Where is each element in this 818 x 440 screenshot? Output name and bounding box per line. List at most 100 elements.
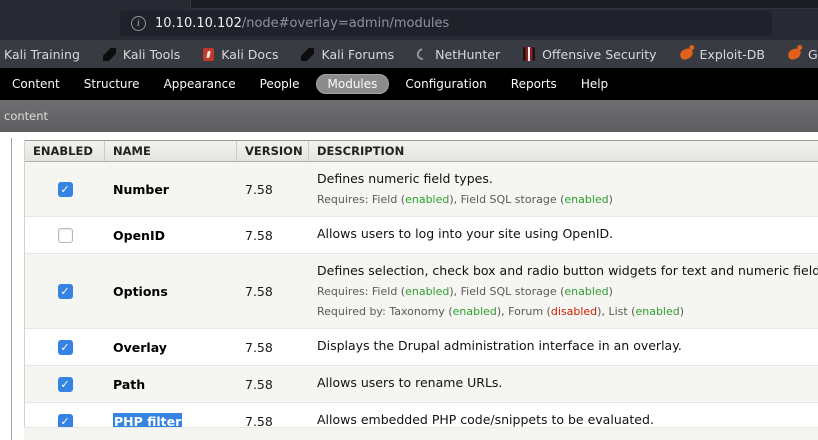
status-enabled: enabled [453, 305, 497, 318]
admin-menu-item-reports[interactable]: Reports [503, 74, 565, 94]
checkbox-checked[interactable]: ✓ [58, 377, 73, 392]
drupal-admin-toolbar: Content Structure Appearance People Modules C… [0, 68, 818, 100]
admin-menu-item-help[interactable]: Help [573, 74, 616, 94]
column-header-enabled: ENABLED [25, 141, 105, 161]
bookmark-item[interactable]: NetHunter [417, 47, 500, 62]
dependency-text: ), Forum ( [497, 305, 551, 318]
module-description: Allows users to log into your site using… [317, 226, 811, 242]
module-version-cell: 7.58 [237, 254, 309, 328]
shortcut-bar: content [0, 100, 818, 132]
column-header-version: VERSION [237, 141, 309, 161]
status-enabled: enabled [635, 305, 679, 318]
module-description: Allows embedded PHP code/snippets to be … [317, 412, 811, 428]
bookmark-item[interactable]: Kali Training [4, 47, 80, 62]
module-row: ✓ Options 7.58 Defines selection, check box… [25, 254, 818, 329]
overlay-edge [11, 138, 12, 440]
dependency-text: Required by: Taxonomy ( [317, 305, 453, 318]
checkbox-checked[interactable]: ✓ [58, 284, 73, 299]
module-description-cell: Defines selection, check box and radio b… [309, 254, 818, 328]
status-enabled: enabled [564, 193, 608, 206]
bookmark-label: Kali Tools [123, 47, 180, 62]
bookmark-label: Exploit-DB [700, 47, 765, 62]
modules-table: ENABLEDNAMEVERSIONDESCRIPTION ✓ Number7.5… [24, 140, 818, 440]
dependency-text: ) [609, 285, 613, 298]
bookmark-label: Kali Docs [221, 47, 278, 62]
bookmark-label: Kali Training [4, 47, 80, 62]
module-name: Path [113, 377, 145, 392]
bookmark-item[interactable]: Offensive Security [523, 47, 656, 62]
checkbox-checked[interactable]: ✓ [58, 182, 73, 197]
docs-book-icon [203, 48, 214, 61]
modules-table-header: ENABLEDNAMEVERSIONDESCRIPTION [25, 140, 818, 162]
module-name: Overlay [113, 340, 167, 355]
bug-icon [678, 47, 693, 61]
shortcut-content-link[interactable]: content [4, 109, 48, 123]
status-enabled: enabled [405, 193, 449, 206]
module-name-cell: Overlay [105, 329, 237, 365]
column-header-description: DESCRIPTION [309, 141, 818, 161]
dependency-text: ) [609, 193, 613, 206]
browser-toolbar: i 10.10.10.102/node#overlay=admin/module… [0, 0, 818, 40]
module-description: Allows users to rename URLs. [317, 375, 811, 391]
bookmark-label: GHDB [808, 47, 818, 62]
checkbox-unchecked[interactable] [58, 228, 73, 243]
module-dependencies: Requires: Field (enabled), Field SQL sto… [317, 285, 811, 299]
module-dependencies: Required by: Taxonomy (enabled), Forum (… [317, 305, 811, 319]
enabled-cell [25, 217, 105, 253]
module-description-cell: Allows users to rename URLs. [309, 366, 818, 402]
bookmark-item[interactable]: Kali Docs [203, 47, 278, 62]
bookmark-item[interactable]: Kali Tools [103, 47, 180, 62]
admin-menu-item-people[interactable]: People [252, 74, 308, 94]
module-version-cell: 7.58 [237, 162, 309, 216]
module-name: OpenID [113, 228, 165, 243]
dependency-text: ) [680, 305, 684, 318]
status-disabled: disabled [551, 305, 597, 318]
offsec-shield-icon [523, 47, 535, 61]
enabled-cell: ✓ [25, 366, 105, 402]
module-row: ✓Overlay7.58Displays the Drupal administ… [25, 329, 818, 366]
bookmarks-bar: Kali Training Kali Tools Kali Docs Kali For… [0, 40, 818, 68]
module-dependencies: Requires: Field (enabled), Field SQL sto… [317, 193, 811, 207]
module-name-cell: Options [105, 254, 237, 328]
url-host: 10.10.10.102 [155, 16, 242, 31]
column-header-name: NAME [105, 141, 237, 161]
bookmark-label: Kali Forums [321, 47, 394, 62]
checkbox-checked[interactable]: ✓ [58, 340, 73, 355]
bookmark-label: Offensive Security [542, 47, 656, 62]
module-description-cell: Allows users to log into your site using… [309, 217, 818, 253]
module-version-cell: 7.58 [237, 217, 309, 253]
enabled-cell: ✓ [25, 329, 105, 365]
modules-table-body: ✓ Number7.58 Defines numeric field types. R… [25, 162, 818, 440]
admin-menu-item-content[interactable]: Content [4, 74, 68, 94]
status-enabled: enabled [405, 285, 449, 298]
module-row: OpenID 7.58 Allows users to log into your … [25, 217, 818, 254]
module-name-cell: OpenID [105, 217, 237, 253]
dagger-icon [103, 48, 116, 61]
bookmark-item[interactable]: GHDB [788, 47, 818, 62]
url-bar[interactable]: i 10.10.10.102/node#overlay=admin/module… [120, 11, 772, 36]
module-description: Displays the Drupal administration inter… [317, 338, 811, 354]
tab-strip [190, 0, 818, 9]
site-info-icon[interactable]: i [131, 16, 146, 31]
module-description: Defines numeric field types. [317, 171, 811, 187]
module-name-cell: Number [105, 162, 237, 216]
status-enabled: enabled [564, 285, 608, 298]
module-name: Options [113, 284, 168, 299]
dependency-text: Requires: Field ( [317, 193, 405, 206]
dependency-text: Requires: Field ( [317, 285, 405, 298]
module-description: Defines selection, check box and radio b… [317, 263, 811, 279]
bug-icon [787, 47, 802, 61]
next-row-partial [24, 427, 818, 440]
module-row: ✓Path7.58Allows users to rename URLs. [25, 366, 818, 403]
admin-menu-item-configuration[interactable]: Configuration [397, 74, 494, 94]
dependency-text: ), List ( [597, 305, 635, 318]
bookmark-item[interactable]: Kali Forums [301, 47, 394, 62]
bookmark-label: NetHunter [435, 47, 500, 62]
admin-menu-item-modules[interactable]: Modules [316, 74, 390, 94]
content-area: ENABLEDNAMEVERSIONDESCRIPTION ✓ Number7.5… [0, 132, 818, 440]
admin-menu-item-appearance[interactable]: Appearance [156, 74, 244, 94]
bookmark-item[interactable]: Exploit-DB [680, 47, 765, 62]
url-text: 10.10.10.102/node#overlay=admin/modules [155, 16, 449, 31]
dagger-icon [301, 48, 314, 61]
admin-menu-item-structure[interactable]: Structure [76, 74, 148, 94]
